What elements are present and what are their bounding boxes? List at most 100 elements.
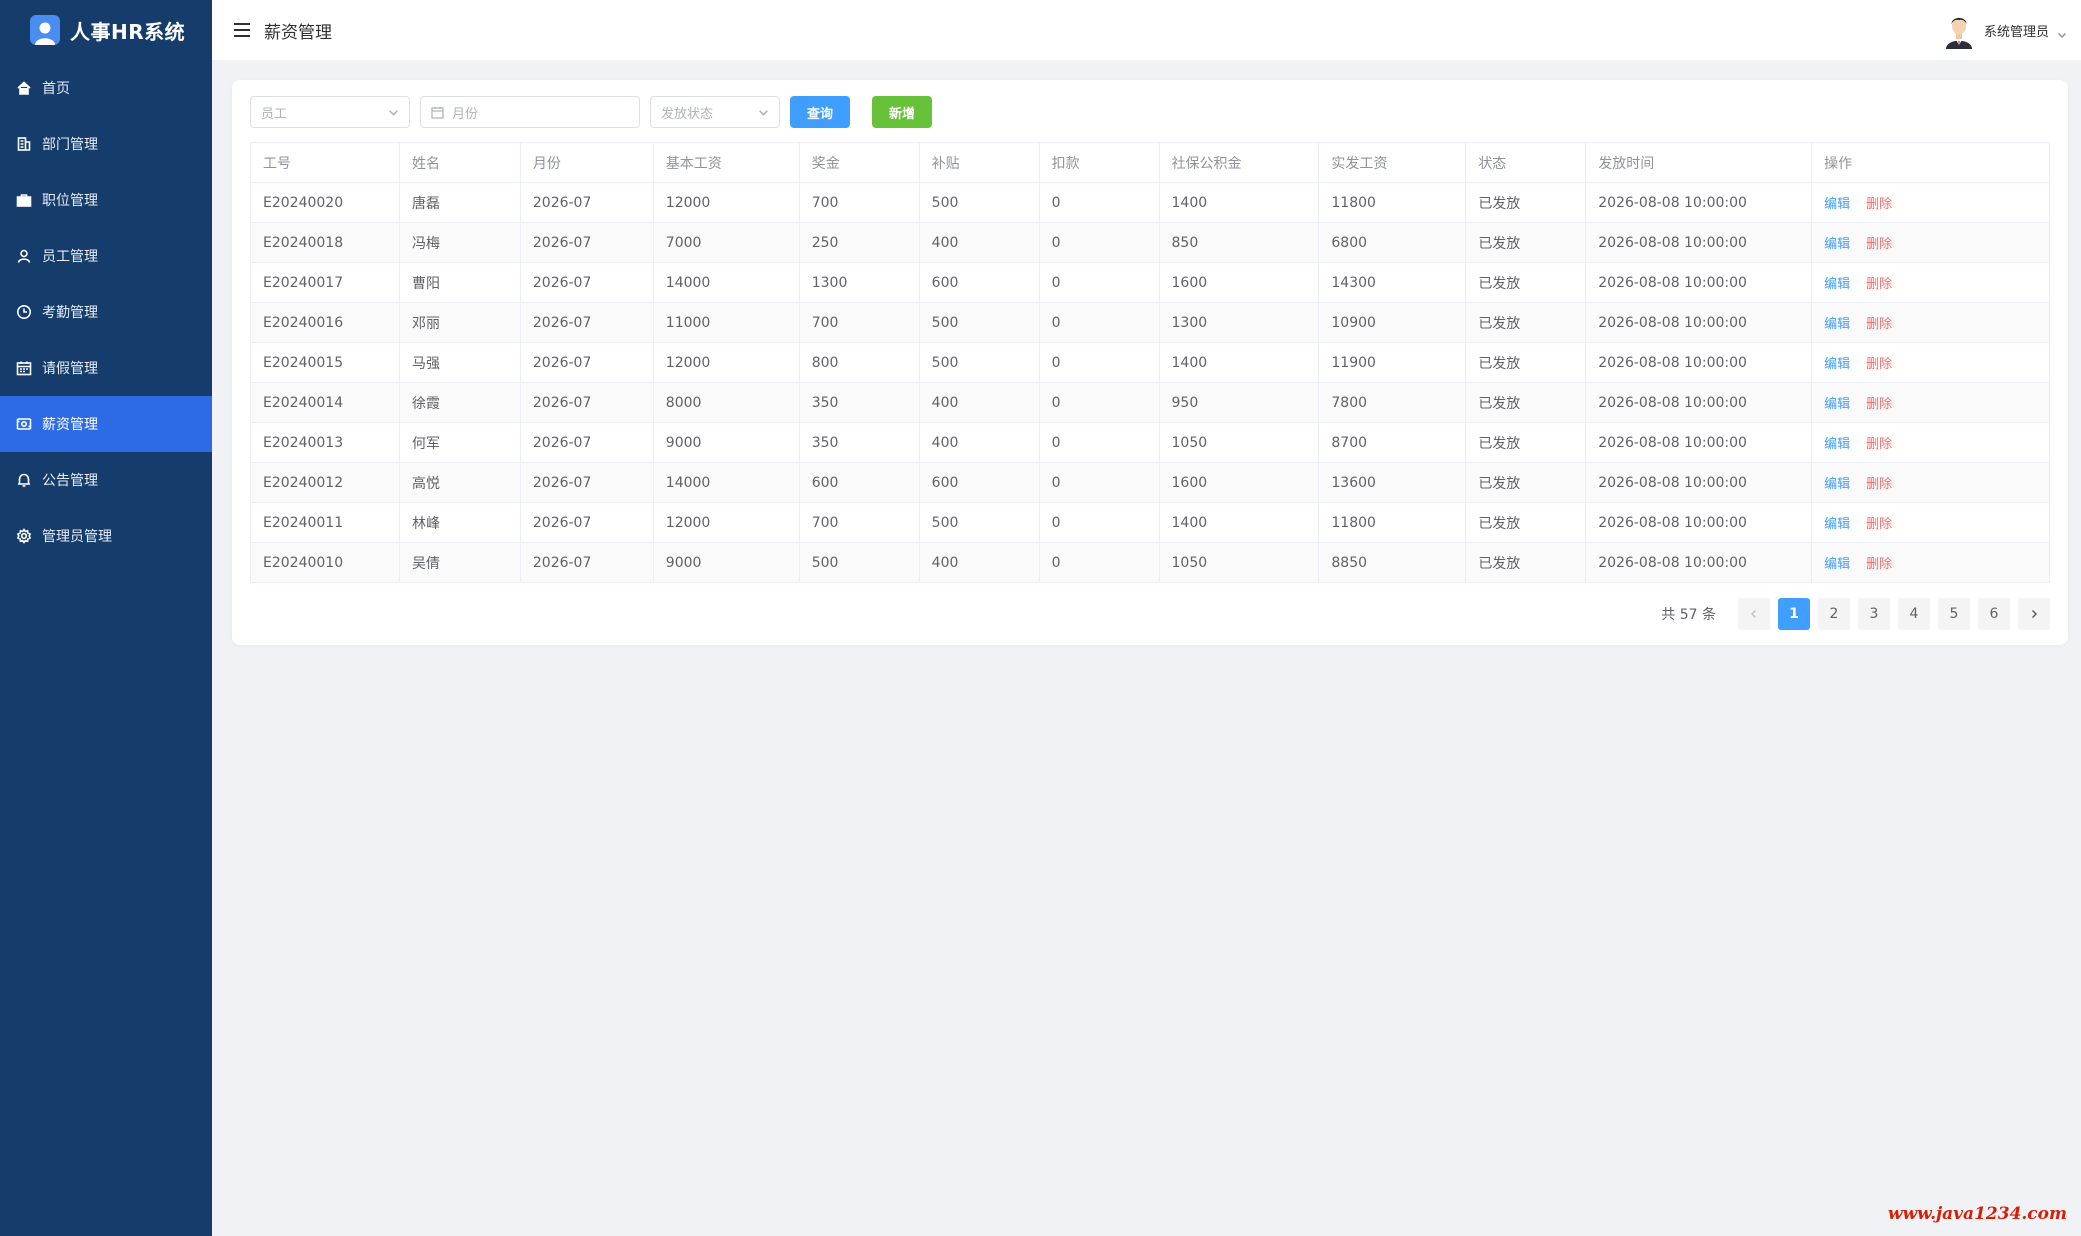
user-logo-icon [30,15,60,45]
table-row: E20240017 曹阳 2026-07 14000 1300 600 0 1600 14300… [250,262,2050,303]
delete-link[interactable]: 删除 [1866,197,1892,212]
month-cell: 2026-07 [519,342,654,383]
page-title: 薪资管理 [264,22,332,43]
page-button[interactable]: 6 [1978,598,2010,630]
column-header[interactable]: 实发工资 [1318,142,1467,183]
paid-time-cell: 2026-08-08 10:00:00 [1585,222,1813,263]
deduction-cell: 0 [1038,542,1160,583]
employee-id-cell: E20240015 [250,342,400,383]
delete-link[interactable]: 删除 [1866,277,1892,292]
table-row: E20240011 林峰 2026-07 12000 700 500 0 1400 11800 已… [250,502,2050,543]
sidebar-item-admins[interactable]: 管理员管理 [0,508,212,564]
page-button[interactable]: 1 [1778,598,1810,630]
edit-link[interactable]: 编辑 [1824,237,1850,252]
sidebar-item-salary[interactable]: 薪资管理 [0,396,212,452]
column-header[interactable]: 月份 [519,142,654,183]
column-header[interactable]: 状态 [1465,142,1587,183]
allowance-cell: 400 [918,222,1040,263]
month-picker[interactable]: 月份 [420,96,640,128]
page-button[interactable]: 4 [1898,598,1930,630]
column-header[interactable]: 扣款 [1038,142,1160,183]
column-header[interactable]: 工号 [250,142,400,183]
brand[interactable]: 人事HR系统 [0,0,212,60]
sidebar-item-home[interactable]: 首页 [0,60,212,116]
paid-time-cell: 2026-08-08 10:00:00 [1585,502,1813,543]
net-salary-cell: 8850 [1318,542,1467,583]
name-cell: 何军 [398,422,521,463]
month-cell: 2026-07 [519,422,654,463]
delete-link[interactable]: 删除 [1866,237,1892,252]
delete-link[interactable]: 删除 [1866,357,1892,372]
sidebar-item-positions[interactable]: 职位管理 [0,172,212,228]
briefcase-icon [16,192,32,208]
gear-icon [16,528,32,544]
edit-link[interactable]: 编辑 [1824,197,1850,212]
next-page-button[interactable] [2018,598,2050,630]
edit-link[interactable]: 编辑 [1824,517,1850,532]
sidebar-item-attendance[interactable]: 考勤管理 [0,284,212,340]
actions-cell: 编辑 删除 [1811,542,2050,583]
paid-time-cell: 2026-08-08 10:00:00 [1585,182,1813,223]
table-row: E20240010 吴倩 2026-07 9000 500 400 0 1050 8850 已发放… [250,542,2050,583]
column-header[interactable]: 补贴 [918,142,1040,183]
name-cell: 唐磊 [398,182,521,223]
query-button[interactable]: 查询 [790,96,850,128]
employee-id-cell: E20240018 [250,222,400,263]
allowance-cell: 600 [918,262,1040,303]
page-button[interactable]: 3 [1858,598,1890,630]
table-row: E20240013 何军 2026-07 9000 350 400 0 1050 8700 已发放… [250,422,2050,463]
home-icon [16,80,32,96]
month-cell: 2026-07 [519,462,654,503]
column-header[interactable]: 社保公积金 [1158,142,1320,183]
column-header[interactable]: 基本工资 [652,142,800,183]
edit-link[interactable]: 编辑 [1824,397,1850,412]
status-select-placeholder: 发放状态 [661,106,714,122]
status-cell: 已发放 [1465,422,1587,463]
sidebar-item-employees[interactable]: 员工管理 [0,228,212,284]
column-header[interactable]: 姓名 [398,142,521,183]
sidebar-item-announcements[interactable]: 公告管理 [0,452,212,508]
sidebar: 人事HR系统 首页 部门管理 职位管理 员工管理 考勤管理 请假管理 薪资管理 … [0,0,212,1236]
page-button[interactable]: 5 [1938,598,1970,630]
delete-link[interactable]: 删除 [1866,557,1892,572]
delete-link[interactable]: 删除 [1866,517,1892,532]
delete-link[interactable]: 删除 [1866,317,1892,332]
sidebar-item-label: 考勤管理 [42,305,98,321]
month-cell: 2026-07 [519,502,654,543]
user-dropdown[interactable]: 系统管理员 [1942,10,2067,50]
status-cell: 已发放 [1465,222,1587,263]
delete-link[interactable]: 删除 [1866,397,1892,412]
pagination: 共 57 条 1 2 3 4 5 6 [1661,598,2050,630]
add-button[interactable]: 新增 [872,96,932,128]
bell-icon [16,472,32,488]
actions-cell: 编辑 删除 [1811,262,2050,303]
paid-time-cell: 2026-08-08 10:00:00 [1585,382,1813,423]
menu-toggle-icon[interactable] [234,23,250,37]
prev-page-button[interactable] [1738,598,1770,630]
name-cell: 高悦 [398,462,521,503]
employee-id-cell: E20240013 [250,422,400,463]
employee-select[interactable]: 员工 [250,96,410,128]
edit-link[interactable]: 编辑 [1824,477,1850,492]
brand-title: 人事HR系统 [70,19,186,44]
actions-cell: 编辑 删除 [1811,222,2050,263]
actions-cell: 编辑 删除 [1811,502,2050,543]
base-salary-cell: 12000 [652,502,800,543]
delete-link[interactable]: 删除 [1866,437,1892,452]
status-cell: 已发放 [1465,462,1587,503]
sidebar-item-departments[interactable]: 部门管理 [0,116,212,172]
edit-link[interactable]: 编辑 [1824,317,1850,332]
status-select[interactable]: 发放状态 [650,96,780,128]
edit-link[interactable]: 编辑 [1824,357,1850,372]
social-security-cell: 1400 [1158,342,1320,383]
name-cell: 吴倩 [398,542,521,583]
delete-link[interactable]: 删除 [1866,477,1892,492]
page-button[interactable]: 2 [1818,598,1850,630]
edit-link[interactable]: 编辑 [1824,557,1850,572]
edit-link[interactable]: 编辑 [1824,277,1850,292]
column-header[interactable]: 发放时间 [1585,142,1813,183]
bonus-cell: 350 [798,382,920,423]
edit-link[interactable]: 编辑 [1824,437,1850,452]
column-header[interactable]: 奖金 [798,142,920,183]
sidebar-item-leave[interactable]: 请假管理 [0,340,212,396]
